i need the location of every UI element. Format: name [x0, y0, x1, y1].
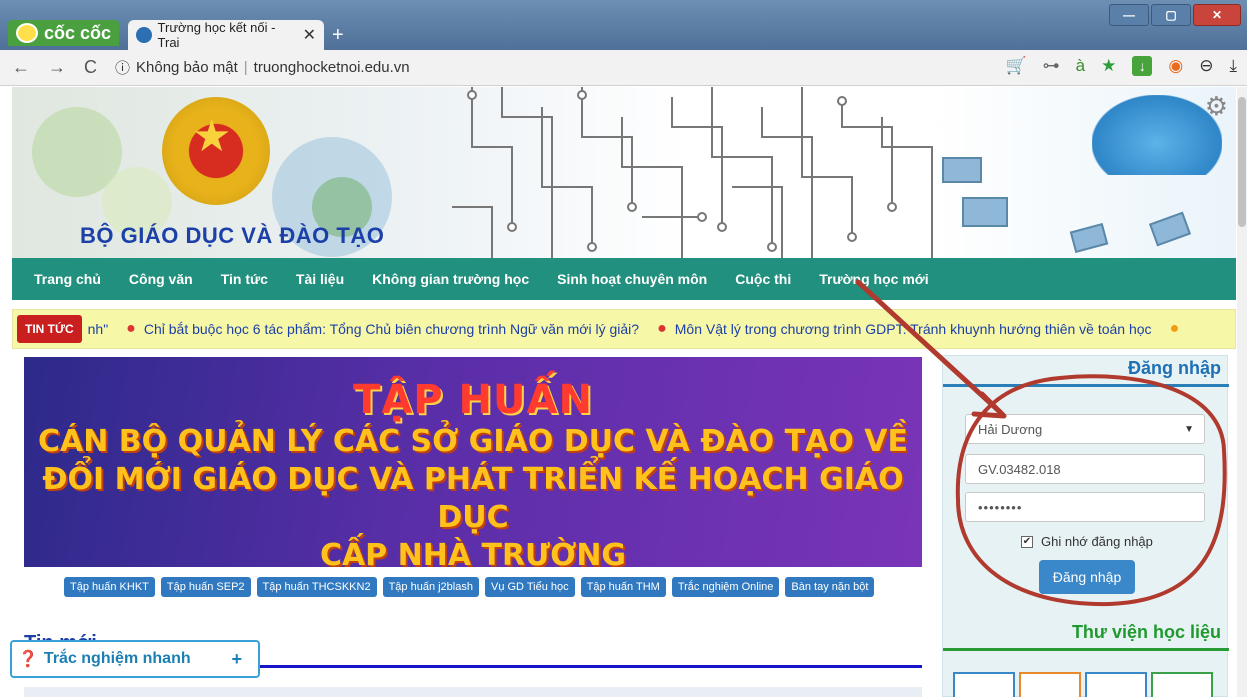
- main-nav: Trang chủ Công văn Tin tức Tài liệu Khôn…: [12, 258, 1236, 300]
- reload-icon[interactable]: C: [84, 57, 97, 78]
- library-tile[interactable]: [1019, 672, 1081, 697]
- quick-quiz-bar[interactable]: ❓ Trắc nghiệm nhanh +: [10, 640, 260, 678]
- ticker-item[interactable]: Chỉ bắt buộc học 6 tác phẩm: Tổng Chủ bi…: [144, 321, 639, 337]
- account-icon[interactable]: ⊖: [1199, 56, 1213, 76]
- username-input[interactable]: GV.03482.018: [965, 454, 1205, 484]
- login-button[interactable]: Đăng nhập: [1039, 560, 1135, 594]
- address-bar: ← → C ⓘ Không bảo mật | truonghocketnoi.…: [0, 50, 1247, 86]
- nav-item-new-school[interactable]: Trường học mới: [805, 271, 942, 287]
- province-select[interactable]: Hải Dương ▼: [965, 414, 1205, 444]
- quick-link-button[interactable]: Tập huấn KHKT: [64, 577, 155, 597]
- ticker-bullet: ●: [126, 320, 136, 337]
- province-value: Hải Dương: [978, 421, 1043, 437]
- quick-link-button[interactable]: Trắc nghiệm Online: [671, 577, 780, 597]
- url-text: truonghocketnoi.edu.vn: [253, 59, 410, 76]
- arrow-left-icon[interactable]: ←: [12, 57, 30, 78]
- login-divider: [943, 384, 1229, 387]
- nav-item-home[interactable]: Trang chủ: [20, 271, 115, 287]
- downloads-icon[interactable]: ⤓: [1229, 56, 1237, 76]
- nav-item-official-letters[interactable]: Công văn: [115, 271, 207, 287]
- page-scrollbar[interactable]: [1237, 87, 1247, 697]
- hero-banner[interactable]: TẬP HUẤN CÁN BỘ QUẢN LÝ CÁC SỞ GIÁO DỤC …: [24, 357, 922, 567]
- new-tab-button[interactable]: +: [332, 24, 344, 47]
- ticker-item[interactable]: nh": [88, 321, 109, 337]
- hero-title: TẬP HUẤN: [353, 377, 593, 423]
- circuit-board-graphic: [452, 87, 933, 258]
- browser-tab[interactable]: Trường học kết nối - Trai ✕: [128, 20, 324, 50]
- question-circle-icon: ❓: [18, 651, 38, 668]
- expand-plus-icon[interactable]: +: [231, 649, 242, 670]
- nav-item-contests[interactable]: Cuộc thi: [721, 271, 805, 287]
- url-field[interactable]: ⓘ Không bảo mật | truonghocketnoi.edu.vn: [115, 57, 410, 78]
- tab-close-icon[interactable]: ✕: [303, 25, 316, 45]
- hero-line: CÁN BỘ QUẢN LÝ CÁC SỞ GIÁO DỤC VÀ ĐÀO TẠ…: [38, 424, 908, 459]
- banner-title: BỘ GIÁO DỤC VÀ ĐÀO TẠO: [80, 223, 385, 248]
- tablet-graphic: [1148, 211, 1192, 247]
- coccoc-logo-icon: [16, 23, 38, 43]
- news-row[interactable]: [24, 687, 922, 697]
- remember-label: Ghi nhớ đăng nhập: [1041, 534, 1153, 549]
- library-tile[interactable]: [1151, 672, 1213, 697]
- translate-icon[interactable]: à: [1076, 56, 1085, 76]
- nav-item-news[interactable]: Tin tức: [207, 271, 282, 287]
- browser-brand[interactable]: cốc cốc: [8, 20, 120, 46]
- ticker-bullet: ●: [657, 320, 667, 337]
- shopping-cart-icon[interactable]: 🛒: [1006, 56, 1027, 76]
- window-controls: — ▢ ✕: [1109, 4, 1241, 26]
- remember-me[interactable]: ✔ Ghi nhớ đăng nhập: [1021, 534, 1153, 549]
- browser-brand-label: cốc cốc: [44, 22, 112, 43]
- security-label: Không bảo mật: [136, 59, 238, 76]
- nav-item-school-space[interactable]: Không gian trường học: [358, 271, 543, 287]
- arrow-right-icon[interactable]: →: [48, 57, 66, 78]
- login-title: Đăng nhập: [1128, 358, 1221, 378]
- quick-quiz-label: Trắc nghiệm nhanh: [43, 650, 191, 667]
- scrollbar-thumb[interactable]: [1238, 97, 1246, 227]
- gear-icon[interactable]: ⚙: [1205, 91, 1228, 122]
- download-extension-icon[interactable]: ↓: [1132, 56, 1153, 76]
- cloud-graphic: [1092, 95, 1222, 175]
- extension-icons: 🛒 ⊶ à ★ ↓ ◉ ⊖ ⤓: [1006, 56, 1237, 76]
- site-favicon-icon: [136, 27, 152, 43]
- quick-link-button[interactable]: Tập huấn THM: [580, 577, 666, 597]
- quick-link-button[interactable]: Tập huấn SEP2: [160, 577, 251, 597]
- minimize-button[interactable]: —: [1109, 4, 1149, 26]
- library-tile[interactable]: [953, 672, 1015, 697]
- laptop-graphic: [962, 197, 1008, 227]
- remember-checkbox[interactable]: ✔: [1021, 535, 1033, 548]
- library-title: Thư viện học liệu: [1071, 622, 1221, 642]
- hero-line: ĐỔI MỚI GIÁO DỤC VÀ PHÁT TRIỂN KẾ HOẠCH …: [42, 462, 904, 535]
- ticker-bullet: ●: [1169, 320, 1180, 337]
- monitor-graphic: [942, 157, 982, 183]
- tablet-graphic: [1069, 222, 1109, 254]
- hero-line: CẤP NHÀ TRƯỜNG: [319, 538, 627, 567]
- web-page: ★ BỘ GIÁO DỤC VÀ ĐÀO TẠO ⚙ Trang chủ Côn…: [0, 87, 1237, 697]
- quick-link-button[interactable]: Vụ GD Tiểu học: [484, 577, 575, 597]
- nav-item-documents[interactable]: Tài liệu: [282, 271, 358, 287]
- key-icon[interactable]: ⊶: [1043, 56, 1060, 76]
- national-emblem-icon: ★: [162, 97, 270, 205]
- quick-link-button[interactable]: Bàn tay nặn bột: [785, 577, 875, 597]
- info-icon[interactable]: ⓘ: [115, 57, 130, 78]
- library-tile[interactable]: [1085, 672, 1147, 697]
- quick-link-button[interactable]: Tập huấn j2blash: [382, 577, 479, 597]
- close-window-button[interactable]: ✕: [1193, 4, 1241, 26]
- password-input[interactable]: ••••••••: [965, 492, 1205, 522]
- coccoc-extension-icon[interactable]: ◉: [1168, 56, 1183, 76]
- nav-item-professional-activities[interactable]: Sinh hoạt chuyên môn: [543, 271, 721, 287]
- quick-link-button[interactable]: Tập huấn THCSKKN2: [256, 577, 377, 597]
- login-sidebar: Đăng nhập Hải Dương ▼ GV.03482.018 •••••…: [942, 355, 1229, 697]
- ticker-label: TIN TỨC: [17, 315, 82, 343]
- star-icon: ★: [192, 112, 232, 161]
- news-ticker: TIN TỨC nh" ● Chỉ bắt buộc học 6 tác phẩ…: [12, 309, 1236, 349]
- quick-links: Tập huấn KHKT Tập huấn SEP2 Tập huấn THC…: [64, 577, 875, 597]
- bookmark-star-icon[interactable]: ★: [1101, 56, 1116, 76]
- browser-tab-bar: cốc cốc Trường học kết nối - Trai ✕ + — …: [0, 0, 1247, 50]
- site-banner: ★ BỘ GIÁO DỤC VÀ ĐÀO TẠO ⚙: [12, 87, 1236, 258]
- url-separator: |: [243, 59, 248, 76]
- maximize-button[interactable]: ▢: [1151, 4, 1191, 26]
- caret-down-icon: ▼: [1184, 423, 1194, 435]
- ticker-item[interactable]: Môn Vật lý trong chương trình GDPT: Trán…: [675, 321, 1152, 337]
- library-divider: [943, 648, 1229, 651]
- tab-title: Trường học kết nối - Trai: [157, 20, 276, 50]
